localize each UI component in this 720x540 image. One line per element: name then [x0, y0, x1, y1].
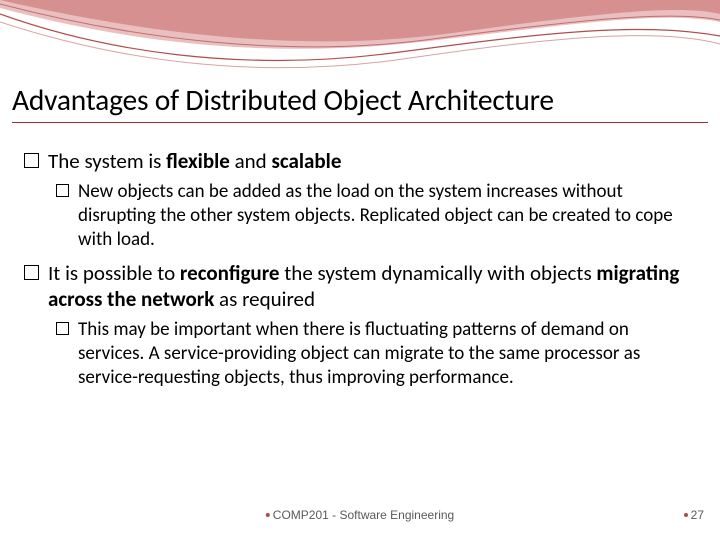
slide-footer: COMP201 - Software Engineering 27 — [0, 508, 720, 528]
bullet-1: The system is flexible and scalable — [18, 148, 698, 174]
bullet-1-text-mid: and — [230, 148, 272, 174]
content-body: The system is flexible and scalable New … — [18, 140, 698, 389]
footer-course-text: COMP201 - Software Engineering — [273, 508, 454, 522]
bullet-2: It is possible to reconfigure the system… — [18, 260, 698, 313]
bullet-1-bold-2: scalable — [271, 148, 341, 174]
bullet-2-text-mid1: the system dynamically with objects — [280, 260, 597, 286]
bullet-2-bold-1: reconfigure — [180, 260, 280, 286]
footer-page-text: 27 — [691, 508, 704, 522]
square-bullet-icon — [24, 153, 39, 168]
bullet-1-bold-1: flexible — [166, 148, 230, 174]
footer-page-number: 27 — [684, 508, 704, 522]
header-swoosh — [0, 0, 720, 90]
bullet-2-text-pre: It is possible to — [48, 260, 180, 286]
bullet-1-sub: New objects can be added as the load on … — [18, 180, 698, 251]
slide-title: Advantages of Distributed Object Archite… — [12, 82, 708, 123]
square-bullet-icon — [56, 322, 69, 335]
bullet-2-sub-text: This may be important when there is fluc… — [78, 318, 640, 389]
square-bullet-icon — [56, 184, 69, 197]
bullet-2-sub: This may be important when there is fluc… — [18, 318, 698, 389]
footer-course: COMP201 - Software Engineering — [266, 508, 454, 522]
bullet-1-sub-text: New objects can be added as the load on … — [78, 180, 673, 251]
bullet-dot-icon — [684, 513, 688, 517]
bullet-1-text-pre: The system is — [48, 148, 166, 174]
bullet-2-text-post: as required — [214, 286, 315, 312]
square-bullet-icon — [24, 265, 39, 280]
bullet-dot-icon — [266, 513, 270, 517]
title-container: Advantages of Distributed Object Archite… — [12, 82, 708, 123]
